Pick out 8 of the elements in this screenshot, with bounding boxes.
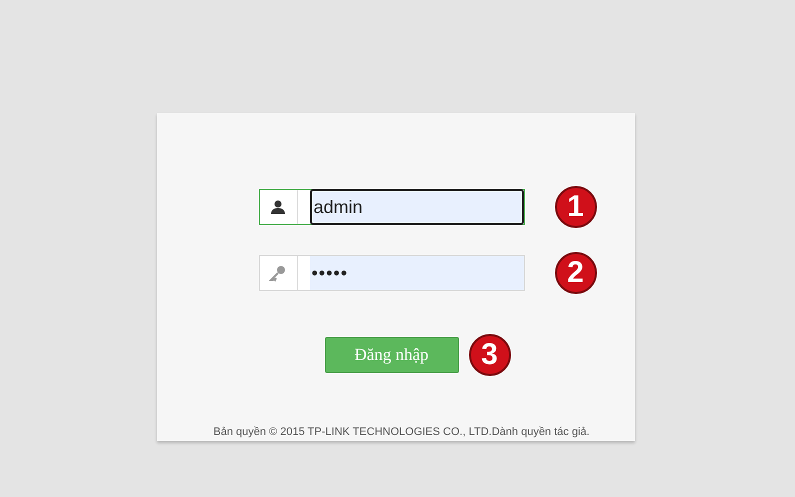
user-icon xyxy=(270,199,286,215)
key-icon xyxy=(269,264,287,282)
step-number: 1 xyxy=(554,186,596,228)
copyright-text: Bản quyền © 2015 TP-LINK TECHNOLOGIES CO., LTD.Dành quyền tác giả. xyxy=(213,425,590,440)
step-number: 2 xyxy=(554,252,596,294)
username-field[interactable]: admin xyxy=(258,189,524,225)
step-number: 3 xyxy=(468,334,510,376)
password-field[interactable]: ••••• xyxy=(258,255,524,291)
